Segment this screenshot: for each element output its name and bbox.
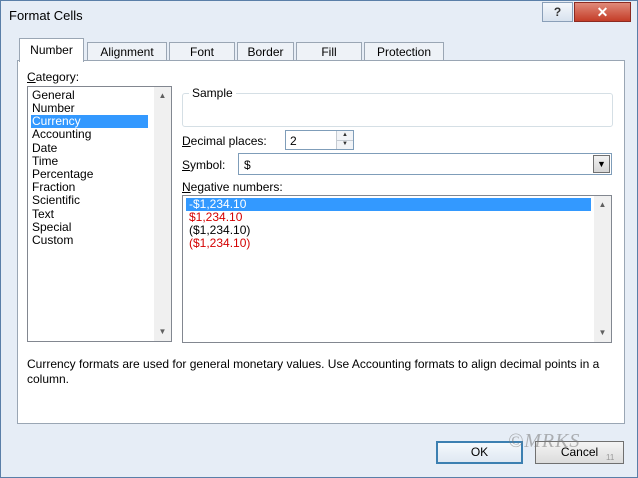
decimal-places-label: Decimal places: [182,134,267,148]
category-list[interactable]: General Number Currency Accounting Date … [27,86,172,342]
title-bar: Format Cells ? ✕ [1,1,637,29]
sample-label: Sample [189,86,236,100]
tab-number[interactable]: Number [19,38,84,62]
negative-item-parens-red[interactable]: ($1,234.10) [186,237,250,250]
negative-numbers-label: Negative numbers: [182,180,283,194]
symbol-value: $ [244,158,251,172]
category-scrollbar[interactable]: ▲ ▼ [154,87,171,341]
scroll-up-icon[interactable]: ▲ [154,89,171,103]
tab-font[interactable]: Font [169,42,235,60]
category-item-accounting[interactable]: Accounting [31,128,91,141]
spinner-buttons: ▲ ▼ [336,131,353,149]
window-title: Format Cells [9,8,83,23]
tab-border[interactable]: Border [237,42,294,60]
negative-numbers-list[interactable]: -$1,234.10 $1,234.10 ($1,234.10) ($1,234… [182,195,612,343]
category-item-scientific[interactable]: Scientific [31,194,80,207]
negative-scrollbar[interactable]: ▲ ▼ [594,196,611,342]
tab-alignment[interactable]: Alignment [87,42,167,60]
symbol-label: Symbol: [182,158,226,172]
close-button[interactable]: ✕ [574,2,631,22]
scroll-down-icon[interactable]: ▼ [594,326,611,340]
chevron-down-icon[interactable]: ▼ [593,155,610,173]
negative-item-minus[interactable]: -$1,234.10 [186,198,591,211]
tab-protection[interactable]: Protection [364,42,444,60]
page-number: 11 [606,453,615,462]
decimal-places-spinner[interactable]: 2 ▲ ▼ [285,130,354,150]
category-item-custom[interactable]: Custom [31,234,73,247]
symbol-dropdown[interactable]: $ ▼ [238,153,612,175]
format-cells-dialog: Format Cells ? ✕ Number Alignment Font B… [0,0,638,478]
scroll-down-icon[interactable]: ▼ [154,325,171,339]
watermark: ©MRKS [508,430,581,452]
help-button[interactable]: ? [542,2,573,22]
tab-fill[interactable]: Fill [296,42,362,60]
spin-down-icon[interactable]: ▼ [337,140,353,149]
scroll-up-icon[interactable]: ▲ [594,198,611,212]
sample-group [182,93,613,127]
category-label: Category: [27,70,80,84]
format-description: Currency formats are used for general mo… [27,357,600,386]
decimal-places-value[interactable]: 2 [290,134,297,148]
